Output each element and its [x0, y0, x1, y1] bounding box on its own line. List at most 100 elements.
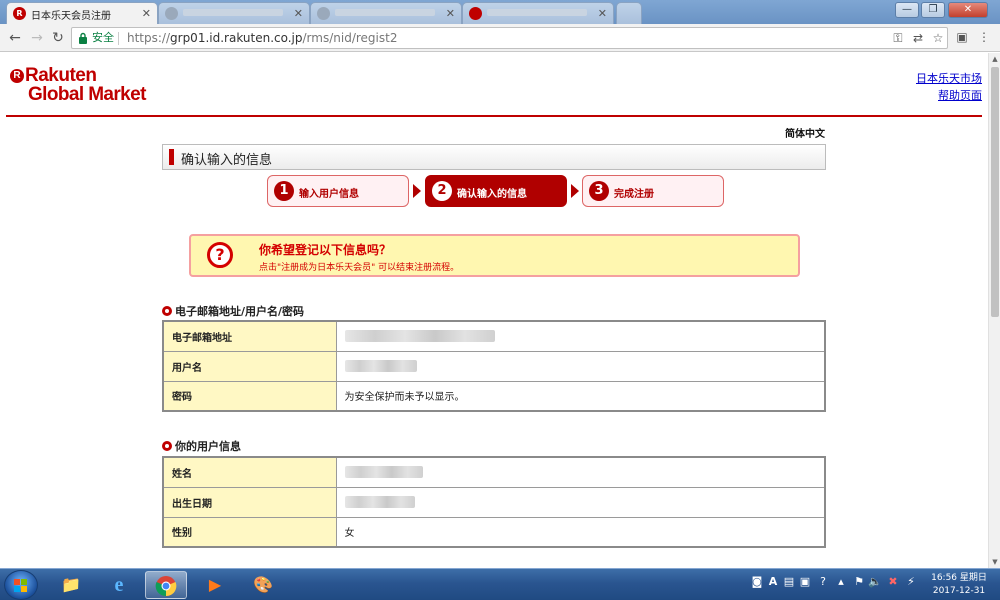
step-3: 3 完成注册 [582, 175, 724, 207]
password-label: 密码 [162, 380, 337, 412]
username-value [335, 350, 826, 382]
tab-inactive-2[interactable]: ✕ [310, 2, 462, 24]
tray-app-icon[interactable]: ◙ [750, 575, 764, 589]
gender-value: 女 [335, 516, 826, 548]
step-label: 确认输入的信息 [457, 189, 527, 200]
logo-word-global-market: Global Market [28, 84, 146, 105]
scrollbar-thumb[interactable] [991, 67, 999, 317]
name-label: 姓名 [162, 456, 337, 488]
step-arrow-icon [413, 184, 421, 198]
language-selector[interactable]: 简体中文 [785, 125, 825, 140]
page-favicon-icon [317, 7, 330, 20]
user-section-title: 你的用户信息 [175, 440, 241, 453]
taskbar-clock[interactable]: 16:56 星期日 2017-12-31 [926, 572, 992, 598]
blurred-tab-title [183, 8, 283, 16]
input-method-icon[interactable]: A [766, 575, 780, 589]
bookmark-star-icon[interactable]: ☆ [930, 30, 946, 46]
rakuten-favicon-icon [469, 7, 482, 20]
tray-window-icon[interactable]: ▣ [798, 575, 812, 589]
registration-steps: 1 输入用户信息 2 确认输入的信息 3 完成注册 [267, 175, 727, 207]
power-icon[interactable]: ⚡ [904, 575, 918, 589]
account-section-heading: 电子邮箱地址/用户名/密码 [162, 303, 304, 319]
help-page-link[interactable]: 帮助页面 [916, 87, 982, 104]
rakuten-market-link[interactable]: 日本乐天市场 [916, 70, 982, 87]
url-scheme: https:// [127, 31, 171, 45]
scroll-up-icon[interactable]: ▲ [990, 55, 1000, 63]
rakuten-global-market-logo[interactable]: R Rakuten Global Market [10, 65, 170, 109]
confirm-subtext: 点击"注册成为日本乐天会员" 可以结束注册流程。 [259, 263, 460, 273]
url-path: /rms/nid/regist2 [302, 31, 398, 45]
step-label: 完成注册 [614, 189, 654, 200]
chrome-icon[interactable] [145, 571, 187, 599]
browser-titlebar: R 日本乐天会员注册 ✕ ✕ ✕ ✕ — ❐ ✕ [0, 0, 1000, 24]
table-row: 姓名 [162, 456, 826, 488]
table-row: 密码 为安全保护而未予以显示。 [162, 380, 826, 412]
table-row: 性别 女 [162, 516, 826, 548]
page-favicon-icon [165, 7, 178, 20]
tab-inactive-1[interactable]: ✕ [158, 2, 310, 24]
step-number: 3 [589, 181, 609, 201]
tab-close-icon[interactable]: ✕ [446, 7, 455, 20]
tray-window-icon[interactable]: ▤ [782, 575, 796, 589]
user-section-heading: 你的用户信息 [162, 438, 241, 454]
step-number: 1 [274, 181, 294, 201]
secure-label: 安全 [92, 31, 114, 44]
volume-icon[interactable]: 🔈 [868, 575, 882, 589]
rakuten-favicon-icon: R [13, 7, 26, 20]
restore-button[interactable]: ❐ [921, 2, 945, 18]
lock-icon [79, 32, 87, 44]
translate-icon[interactable]: ⇄ [910, 30, 926, 46]
table-row: 出生日期 [162, 486, 826, 518]
back-arrow-icon[interactable]: ← [6, 29, 24, 47]
divider [118, 32, 119, 45]
key-icon[interactable]: ⚿ [890, 30, 906, 46]
page-scrollbar[interactable]: ▲ ▼ [988, 53, 1000, 568]
title-accent-bar [169, 149, 174, 165]
tab-close-icon[interactable]: ✕ [142, 7, 151, 20]
url-host: grp01.id.rakuten.co.jp [170, 31, 303, 45]
media-player-icon[interactable]: ▶ [194, 571, 236, 599]
internet-explorer-icon[interactable]: e [98, 571, 140, 599]
table-row: 用户名 [162, 350, 826, 382]
step-1: 1 输入用户信息 [267, 175, 409, 207]
blurred-birthdate [344, 496, 415, 508]
name-value [335, 456, 826, 488]
show-hidden-icons[interactable]: ▴ [834, 575, 848, 589]
address-bar[interactable]: 安全 https://grp01.id.rakuten.co.jp/rms/ni… [71, 27, 948, 49]
windows-logo-icon [14, 579, 28, 593]
step-arrow-icon [571, 184, 579, 198]
web-page: R Rakuten Global Market 日本乐天市场 帮助页面 简体中文… [0, 53, 988, 568]
bullet-icon [162, 306, 172, 316]
tab-title: 日本乐天会员注册 [31, 11, 111, 22]
header-divider [6, 115, 982, 117]
tab-inactive-3[interactable]: ✕ [462, 2, 614, 24]
flag-icon[interactable]: ⚑ [852, 575, 866, 589]
account-section-title: 电子邮箱地址/用户名/密码 [175, 305, 305, 318]
username-label: 用户名 [162, 350, 337, 382]
network-icon[interactable]: ✖ [886, 575, 900, 589]
rakuten-r-icon: R [10, 69, 24, 83]
tab-close-icon[interactable]: ✕ [598, 7, 607, 20]
menu-dots-icon[interactable]: ⋮ [975, 28, 993, 46]
paint-icon[interactable]: 🎨 [242, 571, 284, 599]
close-window-button[interactable]: ✕ [948, 2, 988, 18]
scroll-down-icon[interactable]: ▼ [990, 558, 1000, 566]
step-2: 2 确认输入的信息 [425, 175, 567, 207]
page-title-bar: 确认输入的信息 [162, 144, 826, 170]
forward-arrow-icon[interactable]: → [28, 29, 46, 47]
blurred-tab-title [335, 8, 435, 16]
clock-time: 16:56 星期日 [931, 573, 987, 583]
tab-active[interactable]: R 日本乐天会员注册 ✕ [6, 2, 158, 24]
tab-close-icon[interactable]: ✕ [294, 7, 303, 20]
extension-icon[interactable]: ▣ [953, 28, 971, 46]
email-label: 电子邮箱地址 [162, 320, 337, 352]
step-number: 2 [432, 181, 452, 201]
start-button[interactable] [4, 570, 38, 600]
reload-icon[interactable]: ↻ [49, 29, 67, 47]
file-explorer-icon[interactable]: 📁 [50, 571, 92, 599]
new-tab-button[interactable] [616, 2, 642, 24]
help-icon[interactable]: ? [816, 575, 830, 589]
minimize-button[interactable]: — [895, 2, 919, 18]
system-tray: ◙ A ▤ ▣ ? ▴ ⚑ 🔈 ✖ ⚡ [750, 575, 920, 595]
confirm-notice: ? 你希望登记以下信息吗？ 点击"注册成为日本乐天会员" 可以结束注册流程。 [189, 234, 800, 277]
